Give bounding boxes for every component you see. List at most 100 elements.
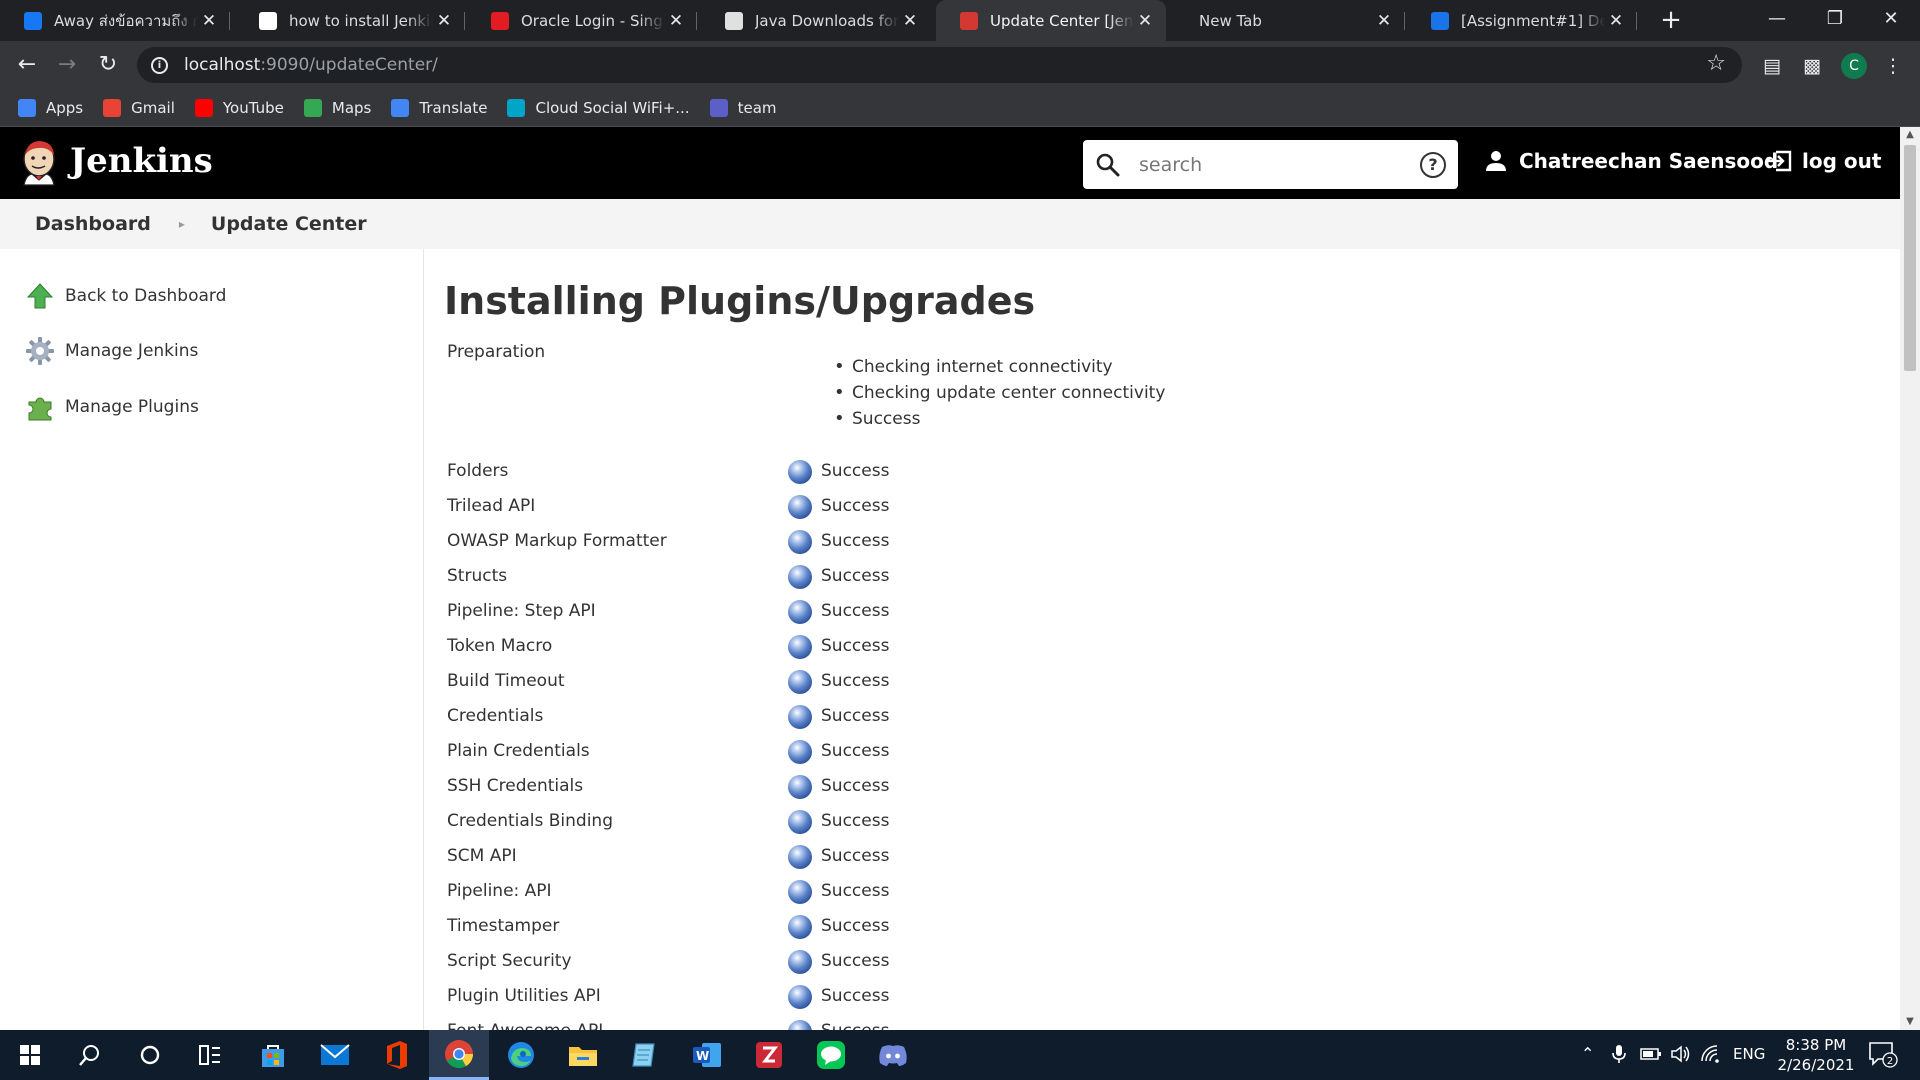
jenkins-butler-logo-icon[interactable]	[18, 137, 60, 187]
logout-link[interactable]: log out	[1766, 149, 1881, 173]
plugin-row: Folders Success	[447, 460, 1147, 496]
tab-close-icon[interactable]: ✕	[1134, 11, 1156, 31]
bookmark-item[interactable]: Gmail	[103, 98, 175, 117]
tab-close-icon[interactable]: ✕	[1373, 11, 1395, 31]
chrome-menu-icon[interactable]: ⋮	[1880, 53, 1906, 79]
microsoft-store-icon[interactable]	[243, 1030, 303, 1080]
zotero-icon[interactable]	[739, 1030, 799, 1080]
windows-start-icon[interactable]	[0, 1030, 60, 1080]
tab-close-icon[interactable]: ✕	[433, 11, 455, 31]
browser-tab[interactable]: Away ส่งข้อความถึง กลุ่ม✕	[0, 0, 230, 41]
browser-tab[interactable]: how to install Jenkins ✕	[235, 0, 465, 41]
bookmark-item[interactable]: Cloud Social WiFi+...	[507, 98, 690, 117]
wifi-status-icon[interactable]	[1700, 1044, 1722, 1068]
restore-button[interactable]: ❐	[1806, 0, 1864, 41]
reading-list-icon[interactable]: ▤	[1759, 53, 1785, 79]
plugin-row: Timestamper Success	[447, 915, 1147, 951]
discord-icon[interactable]	[863, 1030, 923, 1080]
microphone-icon[interactable]	[1612, 1044, 1626, 1068]
side-item-back-to-dashboard[interactable]: Back to Dashboard	[25, 281, 226, 311]
input-language[interactable]: ENG	[1733, 1045, 1765, 1063]
apps-grid-icon	[18, 98, 36, 117]
plugin-name: OWASP Markup Formatter	[447, 531, 667, 551]
extensions-puzzle-icon[interactable]: ▩	[1799, 53, 1825, 79]
tab-close-icon[interactable]: ✕	[1605, 11, 1627, 31]
plugin-status: Success	[821, 776, 890, 796]
jenkins-brand-title[interactable]: Jenkins	[70, 141, 213, 181]
close-window-button[interactable]: ✕	[1862, 0, 1920, 41]
profile-avatar[interactable]: C	[1841, 53, 1867, 79]
plugin-name: Script Security	[447, 951, 572, 971]
bookmark-item[interactable]: Maps	[303, 98, 371, 117]
task-view-icon[interactable]	[180, 1030, 240, 1080]
word-icon[interactable]: W	[677, 1030, 737, 1080]
bookmark-item[interactable]: Translate	[391, 98, 487, 117]
new-tab-button[interactable]: +	[1656, 4, 1686, 36]
edge-icon[interactable]	[491, 1030, 551, 1080]
bookmark-item[interactable]: team	[709, 98, 777, 117]
bookmark-star-icon[interactable]: ☆	[1706, 51, 1726, 76]
notepad-icon[interactable]	[615, 1030, 675, 1080]
plugin-row: OWASP Markup Formatter Success	[447, 530, 1147, 566]
user-link[interactable]: Chatreechan Saensood	[1485, 149, 1778, 173]
help-icon[interactable]: ?	[1420, 151, 1446, 178]
search-input[interactable]	[1139, 153, 1420, 176]
plugin-status: Success	[821, 671, 890, 691]
page-scrollbar[interactable]: ▲ ▼	[1900, 127, 1920, 1030]
breadcrumb-update-center[interactable]: Update Center	[211, 213, 367, 235]
back-arrow-icon[interactable]: ←	[12, 51, 42, 81]
site-info-icon[interactable]: i	[151, 56, 168, 74]
breadcrumb-dashboard[interactable]: Dashboard	[35, 213, 151, 235]
browser-tab[interactable]: Update Center [Jenkins✕	[936, 0, 1166, 41]
volume-icon[interactable]	[1670, 1044, 1692, 1068]
youtube-icon	[194, 98, 213, 117]
system-clock[interactable]: 8:38 PM 2/26/2021	[1768, 1035, 1864, 1075]
preparation-label: Preparation	[447, 342, 546, 362]
oracle-icon	[491, 11, 509, 30]
mail-icon[interactable]	[305, 1030, 365, 1080]
tab-close-icon[interactable]: ✕	[198, 11, 220, 31]
show-hidden-icons-icon[interactable]: ⌃	[1581, 1044, 1594, 1063]
translate-icon	[391, 98, 410, 117]
cortana-icon[interactable]	[120, 1030, 180, 1080]
search-icon[interactable]	[60, 1030, 120, 1080]
notification-center-icon[interactable]: 2	[1868, 1041, 1898, 1073]
scroll-down-icon[interactable]: ▼	[1900, 1014, 1920, 1030]
address-bar[interactable]: i localhost:9090/updateCenter/ ☆	[137, 47, 1742, 83]
side-item-manage-jenkins[interactable]: Manage Jenkins	[25, 336, 198, 366]
minimize-button[interactable]: —	[1748, 0, 1806, 41]
scroll-thumb[interactable]	[1904, 145, 1916, 371]
bookmark-item[interactable]: YouTube	[194, 98, 284, 117]
status-ball-blue-icon	[788, 495, 812, 519]
side-panel: Back to Dashboard Manage Jenkins Manage …	[0, 249, 424, 1030]
browser-tab[interactable]: Java Downloads for All✕	[701, 0, 931, 41]
tab-title: Update Center [Jenkins	[990, 11, 1134, 30]
browser-tab[interactable]: New Tab ✕	[1175, 0, 1405, 41]
bookmark-item[interactable]: Apps	[18, 98, 83, 117]
forward-arrow-icon[interactable]: →	[52, 51, 82, 81]
plugin-name: Timestamper	[447, 916, 560, 936]
browser-tab[interactable]: Oracle Login - Single S✕	[467, 0, 697, 41]
plugin-row: SCM API Success	[447, 845, 1147, 881]
plugin-name: Plain Credentials	[447, 741, 590, 761]
status-ball-blue-icon	[788, 670, 812, 694]
side-item-manage-plugins[interactable]: Manage Plugins	[25, 392, 199, 422]
plugin-name: Token Macro	[447, 636, 553, 656]
office-icon[interactable]	[367, 1030, 427, 1080]
tab-close-icon[interactable]: ✕	[665, 11, 687, 31]
chrome-taskbar-icon[interactable]	[429, 1030, 489, 1080]
reload-icon[interactable]: ↻	[93, 51, 123, 81]
search-icon	[1096, 153, 1120, 176]
logout-icon	[1768, 150, 1792, 172]
battery-icon[interactable]	[1640, 1044, 1662, 1068]
line-icon[interactable]	[801, 1030, 861, 1080]
preparation-step: Success	[834, 408, 1165, 435]
tab-separator	[1636, 12, 1637, 30]
tab-separator	[1404, 12, 1405, 30]
tab-close-icon[interactable]: ✕	[899, 11, 921, 31]
status-ball-blue-icon	[788, 740, 812, 764]
plugin-status: Success	[821, 706, 890, 726]
file-explorer-icon[interactable]	[553, 1030, 613, 1080]
scroll-up-icon[interactable]: ▲	[1900, 127, 1920, 143]
browser-tab[interactable]: [Assignment#1] DevOp✕	[1407, 0, 1637, 41]
